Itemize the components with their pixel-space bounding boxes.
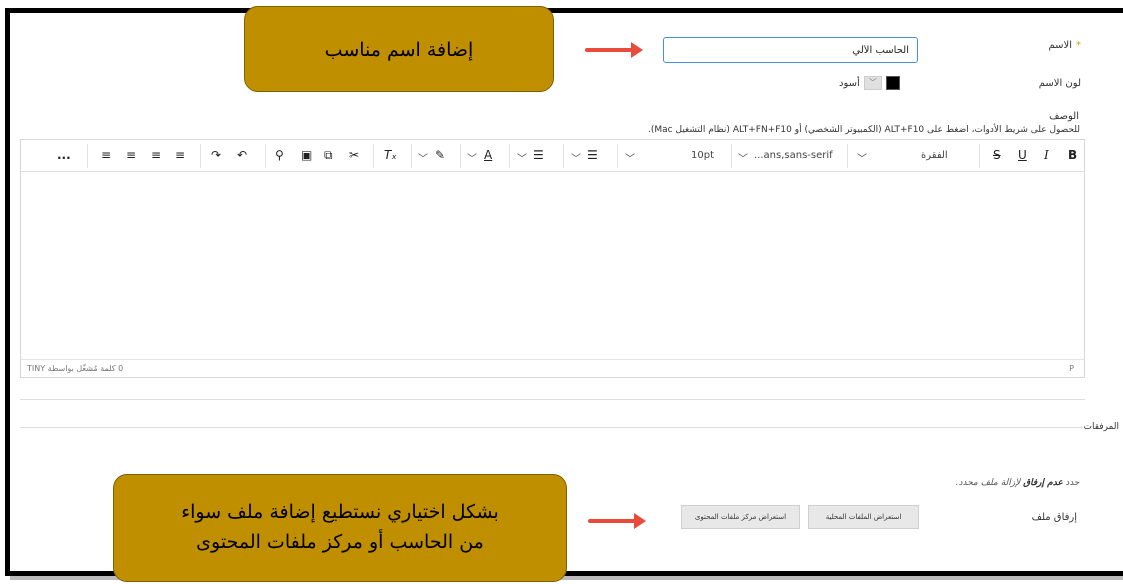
browse-local-files-button[interactable]: استعراض الملفات المحلية xyxy=(808,505,919,529)
undo-icon[interactable]: ↶ xyxy=(237,148,247,162)
arrow-right-icon xyxy=(588,513,646,529)
align-justify-icon[interactable]: ≡ xyxy=(101,148,111,162)
editor-content-area[interactable] xyxy=(21,172,1084,360)
search-icon[interactable]: ⚲ xyxy=(275,148,284,162)
element-path: P xyxy=(1069,364,1074,373)
align-left-icon[interactable]: ≡ xyxy=(175,148,185,162)
color-value: أسود xyxy=(839,77,860,89)
chevron-down-icon[interactable]: ﹀ xyxy=(517,150,527,165)
rich-text-editor[interactable]: B I U S الفقرة ﹀ ...ans,sans-serif ﹀ 10p… xyxy=(20,139,1085,378)
underline-button[interactable]: U xyxy=(1018,148,1027,162)
hint-prefix: حدد xyxy=(1065,478,1080,488)
hint-suffix: لإزالة ملف محدد. xyxy=(955,478,1021,488)
chevron-down-icon[interactable]: ﹀ xyxy=(738,150,748,165)
copy-icon[interactable]: ⧉ xyxy=(324,148,333,163)
toolbar-divider xyxy=(460,144,461,168)
color-picker[interactable]: ﹀ أسود xyxy=(839,76,900,90)
editor-statusbar: 0 كلمة مُشغّل بواسطة TINY P xyxy=(21,359,1084,377)
color-swatch[interactable] xyxy=(885,76,900,90)
italic-button[interactable]: I xyxy=(1044,148,1049,162)
frame-border-left xyxy=(5,8,10,576)
font-size-select[interactable]: 10pt xyxy=(691,150,714,161)
screenshot-frame: * الاسم لون الاسم ﹀ أسود الوصف للحصول على… xyxy=(0,0,1123,584)
description-label: الوصف xyxy=(1049,111,1079,122)
chevron-down-icon[interactable]: ﹀ xyxy=(467,150,477,165)
file-tip-line-2: من الحاسب أو مركز ملفات المحتوى xyxy=(196,531,484,553)
redo-icon[interactable]: ↷ xyxy=(211,148,221,162)
editor-toolbar: B I U S الفقرة ﹀ ...ans,sans-serif ﹀ 10p… xyxy=(21,140,1084,172)
file-tip-line-1: بشكل اختياري نستطيع إضافة ملف سواء xyxy=(181,501,499,523)
cut-icon[interactable]: ✂ xyxy=(349,148,359,162)
clear-format-icon[interactable]: Tₓ xyxy=(384,148,397,162)
more-options-button[interactable]: ... xyxy=(57,148,71,162)
divider xyxy=(20,399,1085,400)
arrow-right-icon xyxy=(585,42,643,58)
font-select[interactable]: ...ans,sans-serif xyxy=(754,150,833,161)
word-count-value: 0 كلمة xyxy=(100,364,124,373)
align-right-icon[interactable]: ≡ xyxy=(126,148,136,162)
name-label-text: الاسم xyxy=(1048,40,1072,51)
attachments-legend: المرفقات xyxy=(1083,422,1119,432)
hint-bold: عدم إرفاق xyxy=(1023,478,1063,488)
highlight-icon[interactable]: ✎ xyxy=(435,148,445,162)
word-count: 0 كلمة مُشغّل بواسطة TINY xyxy=(27,364,123,373)
toolbar-divider xyxy=(847,144,848,168)
toolbar-divider xyxy=(563,144,564,168)
browse-content-collection-button[interactable]: استعراض مركز ملفات المحتوى xyxy=(681,505,800,529)
required-mark: * xyxy=(1076,40,1081,51)
no-attachment-hint: حدد عدم إرفاق لإزالة ملف محدد. xyxy=(956,478,1080,488)
toolbar-divider xyxy=(373,144,374,168)
toolbar-divider xyxy=(731,144,732,168)
text-color-icon[interactable]: A xyxy=(484,148,492,162)
paragraph-select[interactable]: الفقرة xyxy=(921,150,948,161)
name-color-label: لون الاسم xyxy=(1038,78,1081,89)
numbered-list-icon[interactable]: ☰ xyxy=(533,148,544,162)
toolbar-divider xyxy=(200,144,201,168)
name-input[interactable] xyxy=(663,37,918,63)
toolbar-hint: للحصول على شريط الأدوات، اضغط على ALT+F1… xyxy=(648,125,1080,135)
powered-by[interactable]: مُشغّل بواسطة TINY xyxy=(27,364,98,373)
toolbar-divider xyxy=(509,144,510,168)
frame-border-top xyxy=(5,8,1123,13)
name-tip-callout: إضافة اسم مناسب xyxy=(244,6,554,92)
chevron-down-icon[interactable]: ﹀ xyxy=(571,150,581,165)
strikethrough-button[interactable]: S xyxy=(993,148,1001,162)
file-tip-callout: بشكل اختياري نستطيع إضافة ملف سواء من ال… xyxy=(113,474,567,582)
attachments-divider xyxy=(20,427,1083,428)
chevron-down-icon[interactable]: ﹀ xyxy=(857,150,867,165)
toolbar-divider xyxy=(87,144,88,168)
toolbar-divider xyxy=(411,144,412,168)
name-label: * الاسم xyxy=(1048,40,1081,51)
bold-button[interactable]: B xyxy=(1068,148,1077,162)
chevron-down-icon[interactable]: ﹀ xyxy=(625,150,635,165)
bullet-list-icon[interactable]: ☰ xyxy=(587,148,598,162)
toolbar-divider xyxy=(979,144,980,168)
chevron-down-icon[interactable]: ﹀ xyxy=(863,76,882,90)
toolbar-divider xyxy=(617,144,618,168)
paste-icon[interactable]: ▣ xyxy=(301,148,312,162)
toolbar-divider xyxy=(265,144,266,168)
align-center-icon[interactable]: ≡ xyxy=(151,148,161,162)
chevron-down-icon[interactable]: ﹀ xyxy=(418,150,428,165)
attach-file-label: إرفاق ملف xyxy=(1031,512,1077,523)
